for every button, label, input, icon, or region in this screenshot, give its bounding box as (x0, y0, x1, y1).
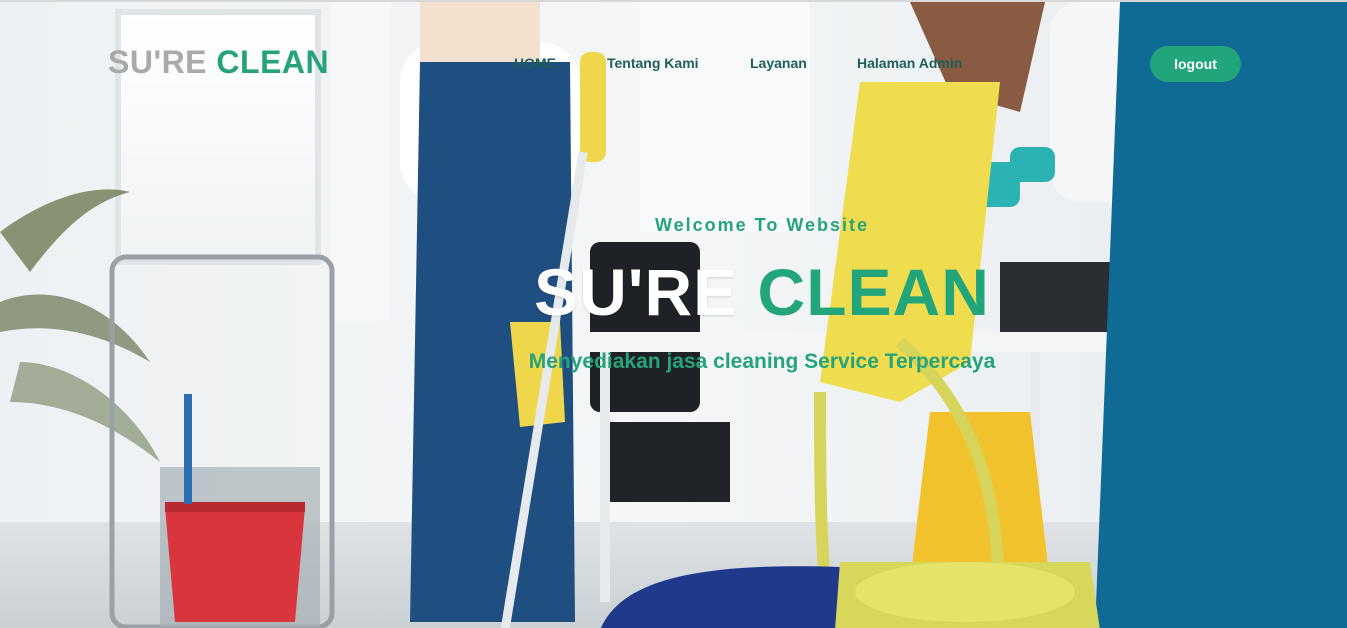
nav-item-tentang-kami[interactable]: Tentang Kami (607, 55, 699, 71)
hero-title: SU'RE CLEAN (0, 254, 1347, 330)
nav-item-halaman-admin[interactable]: Halaman Admin (857, 55, 962, 71)
hero-subtitle: Menyediakan jasa cleaning Service Terper… (528, 350, 996, 373)
logout-button[interactable]: logout (1150, 46, 1241, 82)
nav-item-layanan[interactable]: Layanan (750, 55, 807, 71)
hero-title-part2: CLEAN (757, 255, 990, 329)
brand-logo-part2: CLEAN (216, 44, 330, 80)
brand-logo[interactable]: SU'RE CLEAN (108, 44, 329, 81)
hero-section: SU'RE CLEAN HOME Tentang Kami Layanan Ha… (0, 0, 1347, 628)
nav-item-home[interactable]: HOME (514, 55, 556, 71)
brand-logo-part1: SU'RE (108, 44, 208, 80)
hero-title-part1: SU'RE (534, 255, 739, 329)
hero-welcome-text: Welcome To Website (654, 215, 870, 235)
